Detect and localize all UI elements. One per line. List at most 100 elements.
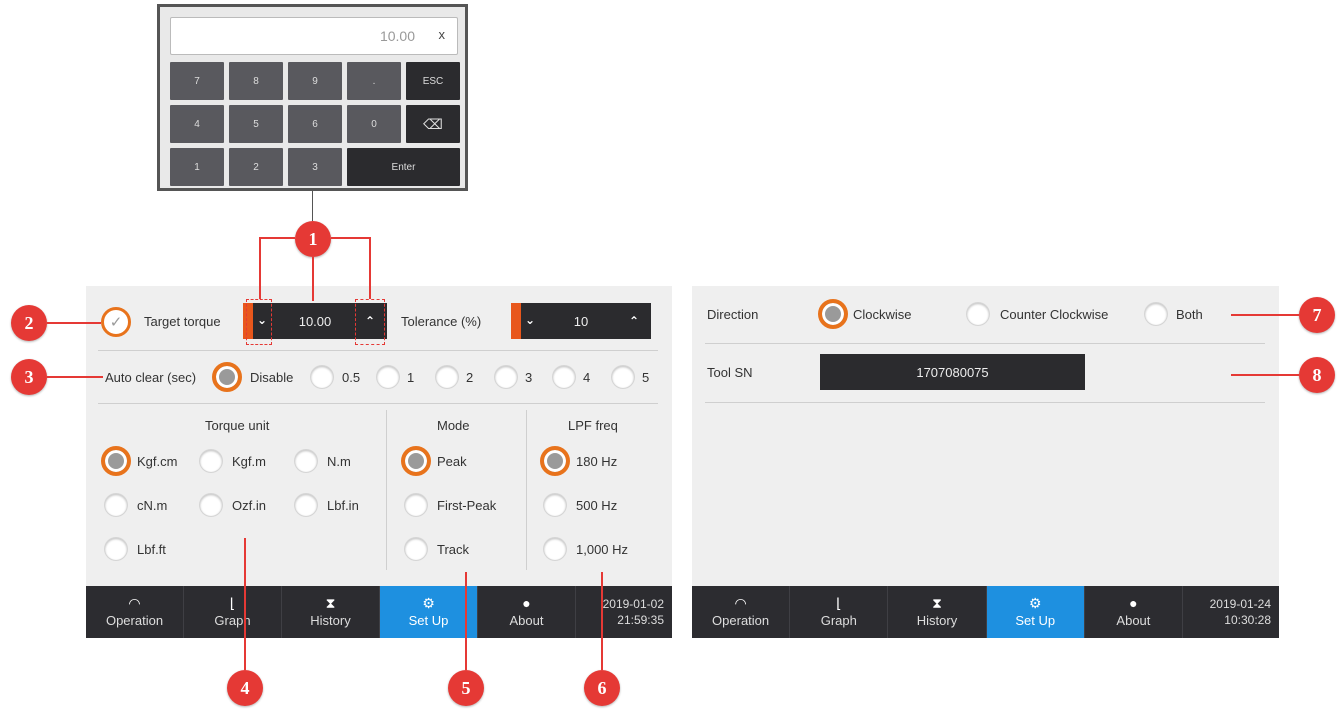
mode-label: First-Peak xyxy=(437,498,497,513)
auto-clear-option-label: 2 xyxy=(466,370,474,385)
auto-clear-radio-disable[interactable] xyxy=(212,362,242,392)
auto-clear-radio-0.5[interactable] xyxy=(311,366,333,388)
direction-label: Direction xyxy=(707,307,759,322)
mode-radio-track[interactable] xyxy=(405,538,427,560)
time-text: 10:30:28 xyxy=(1224,613,1272,627)
key-0[interactable]: 0 xyxy=(347,105,401,143)
auto-clear-radio-3[interactable] xyxy=(495,366,517,388)
lpf-radio-180hz[interactable] xyxy=(540,446,570,476)
auto-clear-option-label: 5 xyxy=(642,370,650,385)
backspace-icon[interactable]: ⌫ xyxy=(406,105,460,143)
auto-clear-option-label: 1 xyxy=(407,370,415,385)
gears-icon: ⚙ xyxy=(422,595,435,611)
nav-operation[interactable]: ◠ Operation xyxy=(692,586,791,638)
date-text: 2019-01-24 xyxy=(1209,597,1272,611)
callout-1: 1 xyxy=(295,221,331,257)
key-3[interactable]: 3 xyxy=(288,148,342,186)
direction-radio-counter-clockwise[interactable] xyxy=(967,303,989,325)
nav-graph[interactable]: ⌊ Graph xyxy=(184,586,282,638)
keypad-clear-button[interactable]: x xyxy=(439,27,446,42)
gears-icon: ⚙ xyxy=(1028,595,1042,611)
torque-unit-label: Kgf.cm xyxy=(137,454,178,469)
key-6[interactable]: 6 xyxy=(288,105,342,143)
chevron-up-icon[interactable]: ⌃ xyxy=(629,314,639,328)
auto-clear-radio-2[interactable] xyxy=(436,366,458,388)
divider xyxy=(705,402,1265,403)
torque-unit-radio-cn-m[interactable] xyxy=(105,494,127,516)
nav-graph[interactable]: ⌊ Graph xyxy=(790,586,889,638)
key-enter[interactable]: Enter xyxy=(347,148,460,186)
tolerance-label: Tolerance (%) xyxy=(401,314,482,329)
callout-7: 7 xyxy=(1299,297,1335,333)
highlight-down-button xyxy=(246,299,272,345)
nav-history[interactable]: ⧗ History xyxy=(888,586,987,638)
key-5[interactable]: 5 xyxy=(229,105,283,143)
callout-5: 5 xyxy=(448,670,484,706)
auto-clear-option-label: 0.5 xyxy=(342,370,361,385)
info-icon: ● xyxy=(1129,595,1138,611)
info-icon: ● xyxy=(522,595,531,611)
direction-radio-both[interactable] xyxy=(1145,303,1167,325)
tool-sn-label: Tool SN xyxy=(707,365,753,380)
leader-line xyxy=(465,572,467,670)
auto-clear-option-label: 3 xyxy=(525,370,533,385)
direction-radio-clockwise[interactable] xyxy=(818,299,848,329)
key-esc[interactable]: ESC xyxy=(406,62,460,100)
callout-4: 4 xyxy=(227,670,263,706)
nav-label: Set Up xyxy=(408,613,449,628)
leader-line xyxy=(47,322,101,324)
key-7[interactable]: 7 xyxy=(170,62,224,100)
gauge-icon: ◠ xyxy=(734,595,747,611)
numeric-keypad-popup: 10.00 x 7 8 9 . ESC 4 5 6 0 ⌫ 1 2 3 Ente… xyxy=(157,4,468,191)
callout-2: 2 xyxy=(11,305,47,341)
keypad-display-value: 10.00 xyxy=(379,28,415,44)
nav-label: Graph xyxy=(820,613,857,628)
nav-label: Operation xyxy=(712,613,770,628)
keypad-display[interactable]: 10.00 x xyxy=(170,17,458,55)
torque-unit-label: N.m xyxy=(327,454,351,469)
auto-clear-option-label: Disable xyxy=(250,370,294,385)
key-9[interactable]: 9 xyxy=(288,62,342,100)
auto-clear-radio-4[interactable] xyxy=(553,366,575,388)
key-8[interactable]: 8 xyxy=(229,62,283,100)
key-1[interactable]: 1 xyxy=(170,148,224,186)
highlight-up-button xyxy=(355,299,385,345)
nav-history[interactable]: ⧗ History xyxy=(282,586,380,638)
mode-label: Peak xyxy=(437,454,467,469)
key-4[interactable]: 4 xyxy=(170,105,224,143)
leader-line xyxy=(244,538,246,670)
lpf-radio-500hz[interactable] xyxy=(544,494,566,516)
nav-setup[interactable]: ⚙ Set Up xyxy=(380,586,478,638)
leader-line xyxy=(47,376,103,378)
torque-unit-radio-ozf-in[interactable] xyxy=(200,494,222,516)
torque-unit-radio-kgf-cm[interactable] xyxy=(101,446,131,476)
direction-option-label: Counter Clockwise xyxy=(1000,307,1109,322)
nav-about[interactable]: ● About xyxy=(1085,586,1184,638)
torque-unit-radio-n-m[interactable] xyxy=(295,450,317,472)
nav-setup[interactable]: ⚙ Set Up xyxy=(986,586,1085,638)
tool-sn-value: 1707080075 xyxy=(916,364,989,380)
nav-about[interactable]: ● About xyxy=(478,586,576,638)
lpf-radio-1000hz[interactable] xyxy=(544,538,566,560)
column-divider xyxy=(526,410,527,570)
check-icon: ✓ xyxy=(109,314,123,331)
torque-unit-radio-kgf-m[interactable] xyxy=(200,450,222,472)
tool-sn-field[interactable]: 1707080075 xyxy=(820,354,1085,390)
target-torque-label: Target torque xyxy=(144,314,221,329)
nav-operation[interactable]: ◠ Operation xyxy=(86,586,184,638)
leader-line xyxy=(601,572,603,670)
mode-radio-first-peak[interactable] xyxy=(405,494,427,516)
key-2[interactable]: 2 xyxy=(229,148,283,186)
auto-clear-radio-5[interactable] xyxy=(612,366,634,388)
mode-radio-peak[interactable] xyxy=(401,446,431,476)
key-decimal[interactable]: . xyxy=(347,62,401,100)
torque-unit-radio-lbf-ft[interactable] xyxy=(105,538,127,560)
chart-icon: ⌊ xyxy=(229,595,236,611)
torque-unit-radio-lbf-in[interactable] xyxy=(295,494,317,516)
hourglass-icon: ⧗ xyxy=(932,595,942,611)
auto-clear-radio-1[interactable] xyxy=(377,366,399,388)
tolerance-stepper[interactable]: ⌄ 10 ⌃ xyxy=(511,303,651,339)
target-torque-checkbox[interactable]: ✓ xyxy=(101,307,131,337)
nav-label: History xyxy=(916,613,958,628)
divider xyxy=(98,350,658,351)
